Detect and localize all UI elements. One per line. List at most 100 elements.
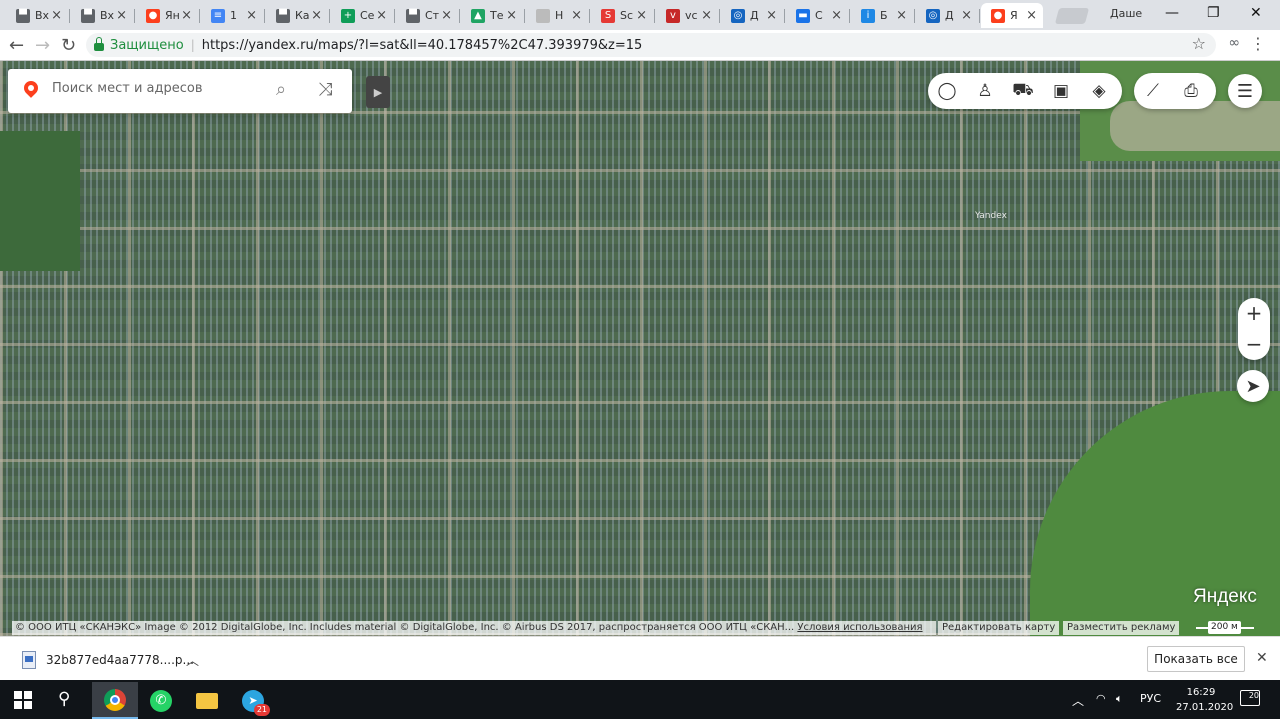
tab-separator — [979, 9, 980, 23]
taskbar-whatsapp[interactable]: ✆ — [138, 682, 184, 719]
tray-chevron-up-icon[interactable]: ︿ — [1072, 692, 1084, 709]
tab-close-icon[interactable]: × — [116, 8, 127, 23]
tab-close-icon[interactable]: × — [766, 8, 777, 23]
street-view-icon[interactable]: ♙ — [966, 81, 1004, 101]
search-input[interactable] — [52, 81, 262, 96]
tab-close-icon[interactable]: × — [506, 8, 517, 23]
taskbar-telegram[interactable]: ➤ 21 — [230, 682, 276, 719]
new-tab-button[interactable] — [1054, 8, 1090, 24]
browser-tab[interactable]: ▬ С × — [786, 3, 848, 28]
taskbar-chrome[interactable] — [92, 682, 138, 719]
browser-tab[interactable]: ≡ 1 × — [201, 3, 263, 28]
url-text[interactable]: https://yandex.ru/maps/?l=sat&ll=40.1784… — [202, 38, 643, 53]
tab-title: Ян — [165, 9, 180, 22]
browser-tab[interactable]: i Б × — [851, 3, 913, 28]
close-window-icon[interactable]: ✕ — [1250, 5, 1262, 21]
tab-close-icon[interactable]: × — [701, 8, 712, 23]
tab-close-icon[interactable]: × — [311, 8, 322, 23]
tab-close-icon[interactable]: × — [246, 8, 257, 23]
minimize-icon[interactable]: — — [1165, 5, 1179, 21]
tab-close-icon[interactable]: × — [1026, 8, 1037, 23]
ruler-icon[interactable]: ⟋ — [1134, 81, 1172, 101]
browser-tab[interactable]: S Sc × — [591, 3, 653, 28]
browser-menu-icon[interactable]: ⋮ — [1250, 34, 1266, 53]
tab-title: Н — [555, 9, 564, 22]
browser-tab[interactable]: + Се × — [331, 3, 393, 28]
tab-title: Вх — [100, 9, 115, 22]
address-toolbar: ← → ↻ Защищено | https://yandex.ru/maps/… — [0, 30, 1280, 61]
maximize-icon[interactable]: ❐ — [1207, 5, 1220, 21]
browser-tab[interactable]: ◎ Д × — [916, 3, 978, 28]
traffic-icon[interactable]: ⛟ — [1004, 80, 1042, 102]
back-icon[interactable]: ← — [9, 35, 24, 56]
wifi-icon[interactable]: ◠ — [1096, 692, 1106, 705]
route-icon[interactable]: ⤨ — [318, 79, 332, 100]
tab-close-icon[interactable]: × — [961, 8, 972, 23]
browser-tab[interactable]: ● Я × — [981, 3, 1043, 28]
browser-tab[interactable]: Н × — [526, 3, 588, 28]
reload-icon[interactable]: ↻ — [61, 35, 76, 56]
folder-icon — [196, 692, 218, 709]
layers-icon[interactable]: ◈ — [1080, 81, 1118, 101]
transit-icon[interactable]: ▣ — [1042, 81, 1080, 101]
tab-separator — [654, 9, 655, 23]
map-search-box[interactable]: ⌕ ⤨ — [8, 69, 352, 113]
volume-icon[interactable]: 🔈︎ — [1116, 692, 1123, 706]
bookmark-star-icon[interactable]: ☆ — [1192, 34, 1206, 53]
panorama-icon[interactable]: ◯ — [928, 81, 966, 101]
taskbar-explorer[interactable] — [184, 682, 230, 719]
unread-badge: 21 — [253, 703, 270, 716]
windows-start-icon[interactable] — [14, 691, 32, 709]
omnibox[interactable]: Защищено | https://yandex.ru/maps/?l=sat… — [86, 33, 1216, 57]
file-icon — [22, 651, 36, 669]
show-all-button[interactable]: Показать все — [1147, 646, 1245, 672]
browser-tab[interactable]: ▀ Вх × — [71, 3, 133, 28]
browser-tab[interactable]: ▀ Ст × — [396, 3, 458, 28]
extension-infinity-icon[interactable]: ∞ — [1228, 35, 1240, 51]
tab-close-icon[interactable]: × — [51, 8, 62, 23]
yandex-logo: Яндекс — [1193, 586, 1257, 607]
profile-name[interactable]: Даше — [1110, 7, 1142, 20]
close-icon[interactable]: ✕ — [1256, 650, 1268, 666]
folder-icon: ▀ — [16, 8, 30, 23]
zoom-out-button[interactable]: − — [1238, 329, 1270, 360]
chevron-up-icon[interactable]: ︿ — [186, 650, 199, 669]
tab-close-icon[interactable]: × — [376, 8, 387, 23]
browser-tab[interactable]: ● Ян × — [136, 3, 198, 28]
notifications-icon[interactable]: 20 — [1240, 690, 1260, 706]
place-ad-link[interactable]: Разместить рекламу — [1063, 621, 1180, 635]
zoom-in-button[interactable]: + — [1238, 298, 1270, 329]
sheets-icon: + — [341, 8, 355, 23]
terms-link[interactable]: Условия использования — [797, 622, 922, 633]
map-watermark: Yandex — [975, 211, 1007, 221]
browser-tab[interactable]: ◎ Д × — [721, 3, 783, 28]
tab-close-icon[interactable]: × — [571, 8, 582, 23]
browser-tab[interactable]: v vc × — [656, 3, 718, 28]
folder-icon: ▀ — [276, 8, 290, 23]
tab-close-icon[interactable]: × — [181, 8, 192, 23]
browser-tab[interactable]: ▲ Те × — [461, 3, 523, 28]
collapse-panel-button[interactable]: ▶ — [366, 76, 390, 108]
tab-close-icon[interactable]: × — [831, 8, 842, 23]
print-icon[interactable]: ⎙ — [1172, 81, 1210, 101]
tab-close-icon[interactable]: × — [441, 8, 452, 23]
browser-tab[interactable]: ▀ Вх × — [6, 3, 68, 28]
language-indicator[interactable]: РУС — [1140, 692, 1161, 705]
tab-separator — [264, 9, 265, 23]
search-icon[interactable]: ⚲ — [58, 689, 70, 709]
my-location-icon[interactable]: ➤ — [1237, 370, 1269, 402]
clock[interactable]: 16:29 27.01.2020 — [1176, 685, 1233, 715]
search-icon[interactable]: ⌕ — [276, 79, 286, 100]
browser-tab[interactable]: ▀ Ка × — [266, 3, 328, 28]
edit-map-link[interactable]: Редактировать карту — [938, 621, 1060, 635]
hamburger-menu-icon[interactable]: ☰ — [1228, 74, 1262, 108]
download-file-name[interactable]: 32b877ed4aa7778....p... — [46, 653, 194, 667]
download-bar: 32b877ed4aa7778....p... ︿ Показать все ✕ — [0, 636, 1280, 681]
tab-close-icon[interactable]: × — [636, 8, 647, 23]
map-pin-icon: ● — [146, 8, 160, 23]
tab-close-icon[interactable]: × — [896, 8, 907, 23]
satellite-map[interactable]: Yandex — [0, 61, 1280, 636]
forward-icon[interactable]: → — [35, 35, 50, 56]
time: 16:29 — [1186, 687, 1216, 698]
chat-icon: ▬ — [796, 8, 810, 23]
